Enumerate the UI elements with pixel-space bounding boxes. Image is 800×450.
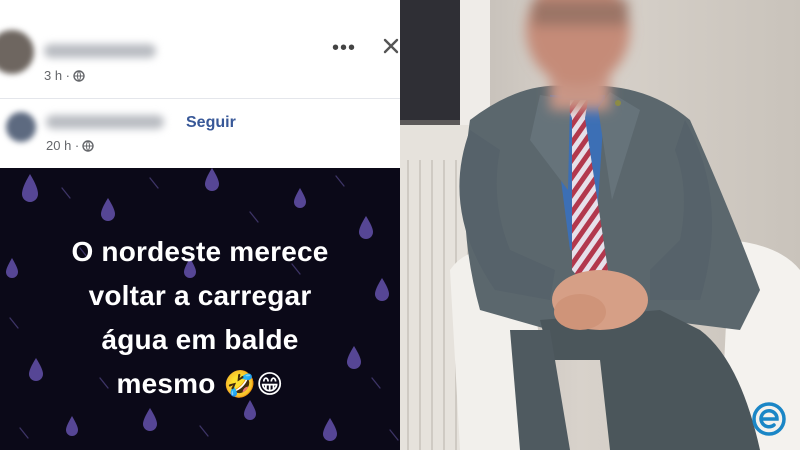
- watermark-logo: [752, 402, 786, 436]
- post-text-line-with-emoji: mesmo 🤣😁: [20, 362, 380, 407]
- post-text-word: mesmo: [116, 368, 216, 399]
- comment-timestamp: 20 h ·: [46, 138, 94, 153]
- photo-panel: [400, 0, 800, 450]
- close-icon[interactable]: [382, 37, 400, 55]
- timestamp-text: 3 h ·: [44, 68, 71, 83]
- post-background: O nordeste merece voltar a carregar água…: [0, 168, 400, 450]
- globe-icon: [73, 69, 85, 82]
- follow-button[interactable]: Seguir: [186, 114, 236, 132]
- avatar[interactable]: [6, 112, 36, 142]
- post-timestamp: 3 h ·: [44, 68, 85, 83]
- post-text-line: água em balde: [101, 324, 299, 355]
- blurred-person-photo: [400, 0, 800, 450]
- globe-icon: [82, 139, 94, 152]
- rain-drop-icon: [6, 258, 18, 278]
- rain-drop-icon: [294, 188, 306, 208]
- rain-drop-icon: [143, 408, 157, 431]
- blurred-author-name: [46, 115, 164, 129]
- timestamp-text: 20 h ·: [46, 138, 80, 153]
- rolling-laughing-emoji: 🤣: [223, 370, 257, 400]
- grinning-emoji: 😁: [256, 370, 284, 400]
- blurred-author-name: [44, 44, 156, 58]
- more-icon[interactable]: •••: [332, 37, 356, 60]
- post-header: 3 h · •••: [0, 0, 400, 99]
- rain-drop-icon: [101, 198, 115, 221]
- facebook-post-screenshot: 3 h · ••• Seguir 20 h · O nordeste merec…: [0, 0, 400, 450]
- post-text-line: O nordeste merece: [71, 236, 329, 267]
- rain-drop-icon: [22, 174, 38, 202]
- comment-header: [0, 99, 400, 167]
- post-text: O nordeste merece voltar a carregar água…: [20, 230, 380, 407]
- rain-drop-icon: [323, 418, 337, 441]
- post-text-line: voltar a carregar: [88, 280, 312, 311]
- rain-drop-icon: [205, 168, 219, 191]
- rain-drop-icon: [66, 416, 78, 436]
- avatar[interactable]: [0, 30, 34, 74]
